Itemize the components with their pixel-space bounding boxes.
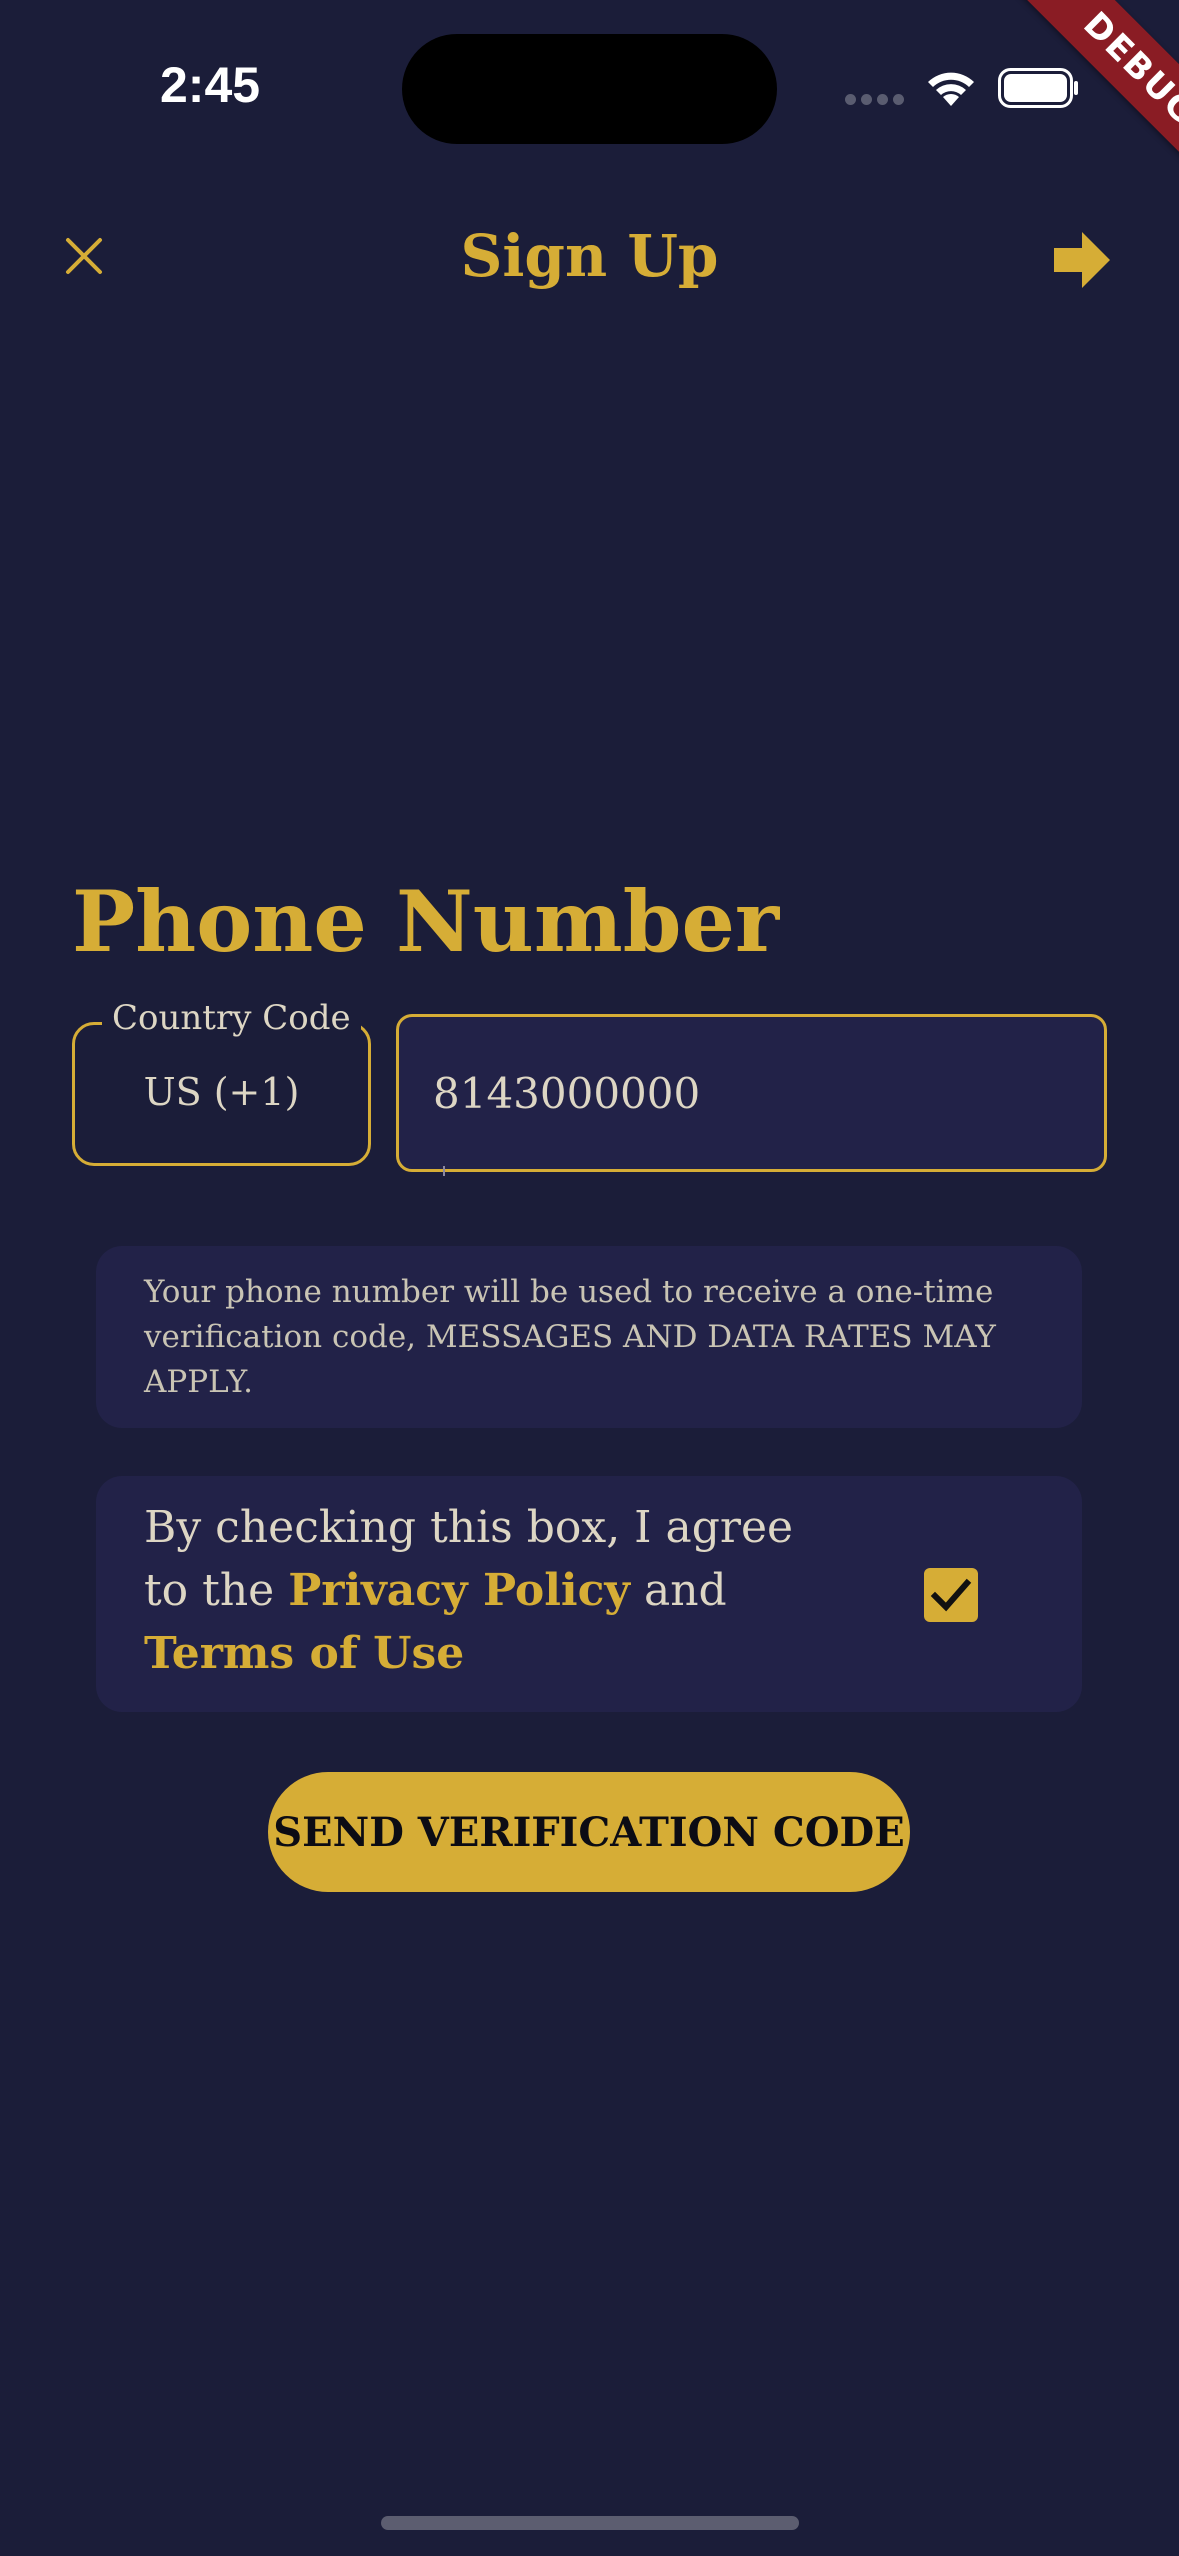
checkmark-icon xyxy=(930,1578,972,1612)
cellular-signal-icon xyxy=(845,94,905,108)
consent-checkbox[interactable] xyxy=(924,1568,978,1622)
page-title: Sign Up xyxy=(460,222,719,290)
home-indicator xyxy=(381,2516,799,2530)
input-cursor xyxy=(443,1166,445,1176)
terms-of-use-link[interactable]: Terms of Use xyxy=(144,1628,464,1679)
battery-icon xyxy=(998,68,1078,108)
arrow-right-icon[interactable] xyxy=(1052,230,1112,290)
consent-middle: and xyxy=(629,1565,727,1616)
send-verification-code-button[interactable]: SEND VERIFICATION CODE xyxy=(268,1772,910,1892)
phone-number-input[interactable] xyxy=(396,1014,1107,1172)
section-title: Phone Number xyxy=(72,872,780,971)
dynamic-island xyxy=(402,34,777,144)
country-code-label: Country Code xyxy=(102,998,361,1038)
consent-text: By checking this box, I agree to the Pri… xyxy=(144,1496,834,1685)
info-card: Your phone number will be used to receiv… xyxy=(96,1246,1082,1428)
wifi-icon xyxy=(928,72,974,106)
privacy-policy-link[interactable]: Privacy Policy xyxy=(288,1565,630,1616)
status-time: 2:45 xyxy=(160,57,261,113)
country-code-value: US (+1) xyxy=(143,1070,300,1114)
info-text: Your phone number will be used to receiv… xyxy=(144,1274,996,1400)
